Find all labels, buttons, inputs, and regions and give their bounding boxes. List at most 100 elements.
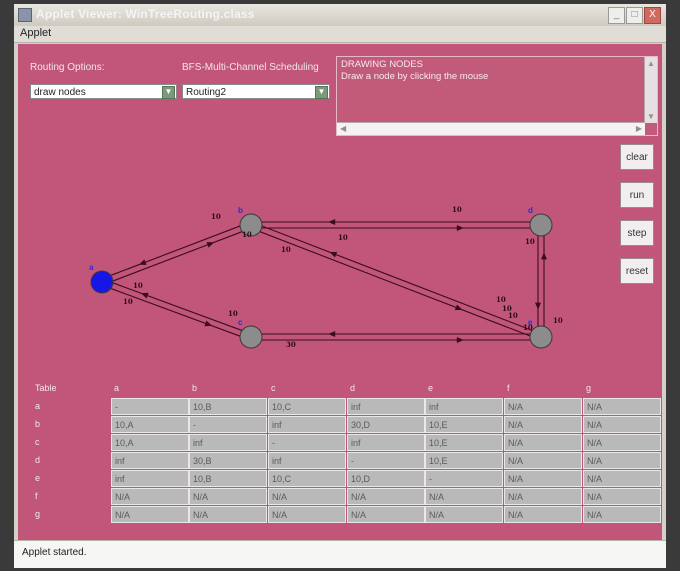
table-cell[interactable]: 10,B (189, 398, 267, 415)
table-cell[interactable]: N/A (583, 434, 661, 451)
table-cell[interactable]: N/A (268, 506, 346, 523)
table-cell[interactable]: N/A (504, 470, 582, 487)
table-cell[interactable]: N/A (583, 470, 661, 487)
table-cell[interactable]: N/A (111, 488, 189, 505)
edge-weight-label: 10 (525, 237, 535, 246)
table-row-label: e (35, 473, 41, 483)
edge-arrow-icon (141, 292, 149, 299)
clear-button[interactable]: clear (620, 144, 654, 170)
close-button[interactable]: X (644, 7, 661, 24)
table-cell[interactable]: 10,A (111, 434, 189, 451)
table-cell[interactable]: inf (268, 416, 346, 433)
table-cell[interactable]: - (268, 434, 346, 451)
table-cell[interactable]: N/A (425, 506, 503, 523)
table-corner-label: Table (35, 383, 57, 393)
title-bar[interactable]: Applet Viewer: WinTreeRouting.class _ □ … (14, 4, 666, 26)
run-button[interactable]: run (620, 182, 654, 208)
table-cell[interactable]: N/A (583, 506, 661, 523)
edge-arrow-icon (328, 331, 336, 337)
table-column-header: f (507, 383, 510, 393)
window-title: Applet Viewer: WinTreeRouting.class (36, 7, 255, 21)
edge-weight-label: 10 (242, 230, 252, 239)
table-cell[interactable]: 30,B (189, 452, 267, 469)
table-cell[interactable]: N/A (347, 488, 425, 505)
graph-nodes: abcde (89, 206, 553, 349)
edge-arrow-icon (541, 252, 547, 260)
table-cell[interactable]: N/A (583, 416, 661, 433)
table-cell[interactable]: N/A (189, 506, 267, 523)
step-button[interactable]: step (620, 220, 654, 246)
table-cell[interactable]: N/A (504, 488, 582, 505)
edge-weight-label: 10 (523, 323, 533, 332)
edge-arrow-icon (138, 259, 147, 265)
table-cell[interactable]: N/A (583, 452, 661, 469)
table-cell[interactable]: N/A (504, 434, 582, 451)
table-cell[interactable]: inf (189, 434, 267, 451)
graph-node-c[interactable] (239, 325, 263, 349)
status-text: Applet started. (22, 547, 87, 558)
graph-edge-a-c (102, 278, 253, 335)
table-cell[interactable]: N/A (268, 488, 346, 505)
table-cell[interactable]: 10,B (189, 470, 267, 487)
edge-arrow-icon (329, 251, 338, 258)
edge-weight-label: 30 (286, 340, 296, 349)
graph-edges (100, 219, 547, 343)
edge-arrow-icon (535, 302, 541, 310)
table-cell[interactable]: inf (425, 398, 503, 415)
table-cell[interactable]: 10,C (268, 398, 346, 415)
table-cell[interactable]: 10,A (111, 416, 189, 433)
table-cell[interactable]: 30,D (347, 416, 425, 433)
edge-arrow-icon (328, 219, 336, 225)
edge-weight-label: 10 (211, 212, 221, 221)
table-cell[interactable]: 10,D (347, 470, 425, 487)
table-cell[interactable]: inf (111, 452, 189, 469)
vertical-scrollbar[interactable]: ▲ ▼ (644, 57, 657, 123)
menu-applet[interactable]: Applet (20, 27, 51, 39)
table-cell[interactable]: - (189, 416, 267, 433)
table-cell[interactable]: N/A (111, 506, 189, 523)
table-cell[interactable]: - (425, 470, 503, 487)
table-cell[interactable]: N/A (583, 488, 661, 505)
graph-canvas[interactable]: abcde 101010101030101010101010101010 (18, 44, 618, 374)
table-cell[interactable]: 10,E (425, 434, 503, 451)
node-label: d (528, 206, 533, 215)
graph-node-a[interactable] (90, 270, 114, 294)
table-cell[interactable]: N/A (583, 398, 661, 415)
table-cell[interactable]: N/A (504, 506, 582, 523)
applet-panel[interactable]: Routing Options: draw nodes ▼ BFS-Multi-… (18, 44, 662, 540)
table-cell[interactable]: N/A (504, 416, 582, 433)
scroll-down-icon[interactable]: ▼ (647, 112, 655, 121)
table-row-label: a (35, 401, 41, 411)
table-cell[interactable]: inf (347, 398, 425, 415)
minimize-button[interactable]: _ (608, 7, 625, 24)
table-cell[interactable]: 10,E (425, 452, 503, 469)
scroll-up-icon[interactable]: ▲ (647, 59, 655, 68)
table-cell[interactable]: N/A (504, 398, 582, 415)
reset-button[interactable]: reset (620, 258, 654, 284)
graph-node-d[interactable] (529, 213, 553, 237)
edge-arrow-icon (456, 225, 464, 231)
node-label: a (89, 263, 94, 272)
table-cell[interactable]: 10,C (268, 470, 346, 487)
table-cell[interactable]: N/A (189, 488, 267, 505)
edge-arrow-icon (454, 304, 463, 311)
table-row-label: b (35, 419, 41, 429)
table-column-header: d (350, 383, 356, 393)
table-cell[interactable]: - (111, 398, 189, 415)
maximize-button[interactable]: □ (626, 7, 643, 24)
table-cell[interactable]: inf (111, 470, 189, 487)
applet-viewer-window: Applet Viewer: WinTreeRouting.class _ □ … (14, 4, 666, 568)
table-cell[interactable]: N/A (425, 488, 503, 505)
graph-node-e[interactable] (529, 325, 553, 349)
edge-arrow-icon (456, 337, 464, 343)
scroll-right-icon[interactable]: ▶ (636, 124, 642, 133)
table-cell[interactable]: 10,E (425, 416, 503, 433)
table-cell[interactable]: inf (347, 434, 425, 451)
edge-weight-label: 10 (133, 281, 143, 290)
table-cell[interactable]: - (347, 452, 425, 469)
table-cell[interactable]: N/A (504, 452, 582, 469)
status-bar: Applet started. (14, 540, 666, 568)
table-cell[interactable]: N/A (347, 506, 425, 523)
table-cell[interactable]: inf (268, 452, 346, 469)
menu-bar: Applet (14, 26, 666, 43)
